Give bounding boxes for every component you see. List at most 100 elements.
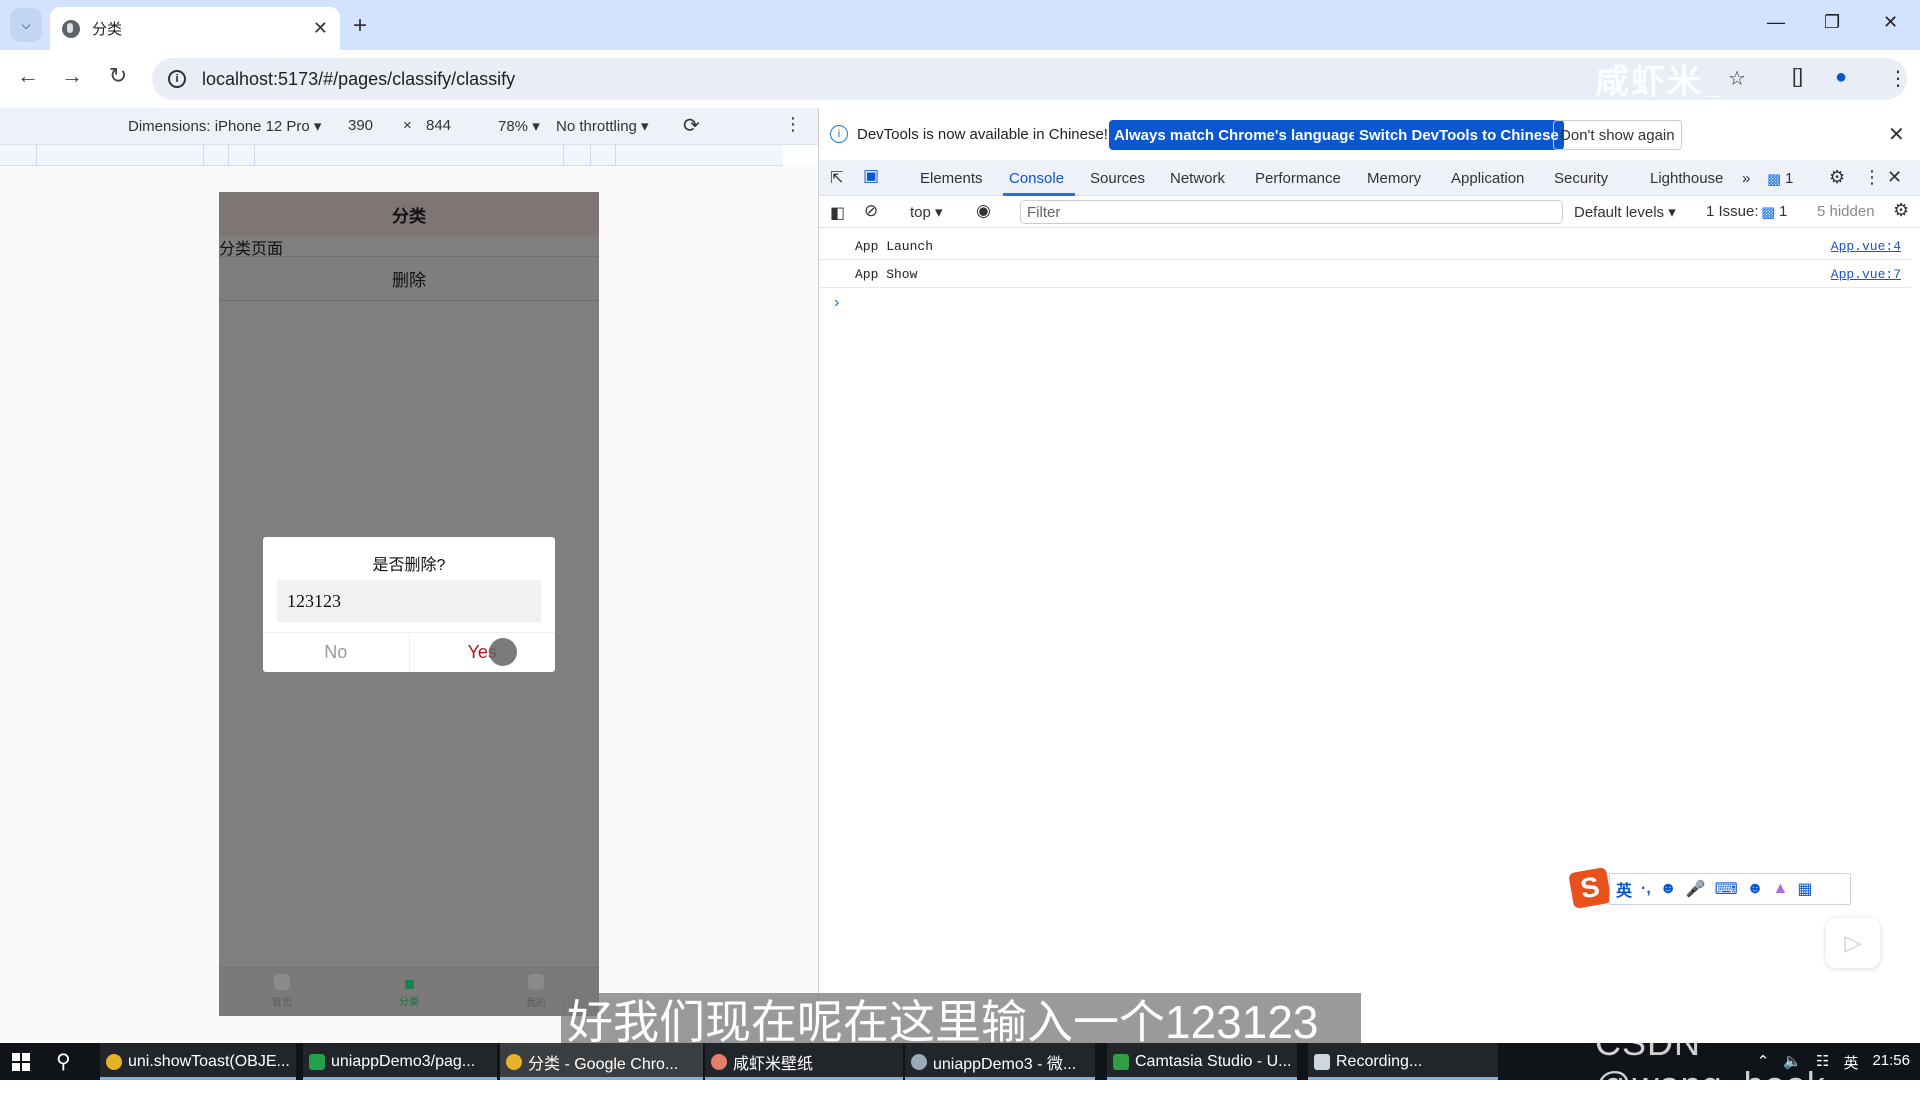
- new-tab-button[interactable]: +: [353, 12, 367, 40]
- forward-button[interactable]: →: [57, 63, 87, 89]
- tab-performance[interactable]: Performance: [1255, 170, 1341, 187]
- user-icon[interactable]: ☻: [1747, 880, 1764, 898]
- devtools-menu-icon[interactable]: ⋮: [1863, 167, 1881, 188]
- modal-input[interactable]: [277, 580, 541, 622]
- log-source-link[interactable]: App.vue:4: [1831, 239, 1901, 254]
- back-button[interactable]: ←: [13, 63, 43, 89]
- zoom-select[interactable]: 78% ▾: [498, 117, 540, 135]
- chrome-icon: [106, 1053, 122, 1070]
- clear-console-icon[interactable]: ⊘: [864, 201, 878, 221]
- device-toggle-icon[interactable]: ▣: [863, 166, 879, 186]
- switch-language-button[interactable]: Switch DevTools to Chinese: [1354, 120, 1564, 150]
- tab-sources[interactable]: Sources: [1090, 170, 1145, 187]
- settings-gear-icon[interactable]: ⚙: [1829, 167, 1845, 188]
- skin-icon[interactable]: ▲: [1773, 880, 1789, 898]
- tabbar-item-classify[interactable]: 分类: [379, 974, 439, 1008]
- close-window-icon[interactable]: ✕: [1883, 12, 1898, 33]
- apps-grid-icon[interactable]: ▦: [1797, 879, 1812, 899]
- taskbar-app[interactable]: uniappDemo3/pag...: [303, 1043, 497, 1080]
- issues-badge-icon[interactable]: ▩: [1767, 170, 1781, 188]
- side-panel-icon[interactable]: []: [1792, 66, 1803, 89]
- device-dimensions-select[interactable]: Dimensions: iPhone 12 Pro ▾: [128, 117, 321, 135]
- console-filter-input[interactable]: [1020, 200, 1563, 224]
- ime-mode[interactable]: 英: [1616, 877, 1632, 901]
- taskbar-app-label: 分类 - Google Chro...: [528, 1055, 679, 1073]
- profile-avatar-icon[interactable]: ●: [1835, 66, 1847, 89]
- taskbar-app[interactable]: uni.showToast(OBJE...: [100, 1043, 296, 1080]
- wechat-devtools-icon: [911, 1053, 927, 1070]
- bookmark-star-icon[interactable]: ☆: [1728, 66, 1746, 91]
- video-watermark: 咸虾米_: [1595, 63, 1724, 101]
- tab-lighthouse[interactable]: Lighthouse: [1650, 170, 1723, 187]
- taskbar-app[interactable]: uniappDemo3 - 微...: [905, 1043, 1095, 1080]
- dont-show-again-button[interactable]: Don't show again: [1553, 120, 1682, 150]
- rotate-icon[interactable]: ⟳: [683, 113, 700, 138]
- url-text[interactable]: localhost:5173/#/pages/classify/classify: [202, 69, 515, 90]
- tab-security[interactable]: Security: [1554, 170, 1608, 187]
- sidebar-toggle-icon[interactable]: ◧: [830, 203, 845, 223]
- more-tabs-button[interactable]: »: [1742, 170, 1750, 187]
- browser-tab[interactable]: 分类 ✕: [50, 7, 340, 50]
- tab-search-button[interactable]: ⌵: [10, 8, 42, 42]
- delete-button[interactable]: 删除: [219, 256, 599, 301]
- infobar-close-icon[interactable]: ✕: [1888, 122, 1905, 147]
- camtasia-icon: [1314, 1053, 1330, 1070]
- device-more-icon[interactable]: ⋮: [784, 114, 802, 135]
- microphone-icon[interactable]: 🎤: [1686, 879, 1706, 899]
- site-info-icon[interactable]: i: [168, 70, 186, 88]
- modal-cancel-button[interactable]: No: [263, 633, 410, 672]
- taskbar-app[interactable]: 咸虾米壁纸: [705, 1043, 903, 1080]
- log-message: App Launch: [855, 239, 934, 254]
- windows-start-icon[interactable]: [12, 1053, 30, 1071]
- console-settings-icon[interactable]: ⚙: [1893, 200, 1909, 221]
- taskbar-app[interactable]: Camtasia Studio - U...: [1107, 1043, 1297, 1080]
- throttling-select[interactable]: No throttling ▾: [556, 117, 649, 135]
- modal-confirm-button[interactable]: Yes: [410, 633, 556, 672]
- tab-application[interactable]: Application: [1451, 170, 1524, 187]
- restore-icon[interactable]: ❐: [1824, 12, 1840, 33]
- log-source-link[interactable]: App.vue:7: [1831, 267, 1901, 282]
- console-log-row: App Show App.vue:7: [819, 260, 1911, 288]
- console-prompt[interactable]: ›: [834, 294, 839, 312]
- emoji-icon[interactable]: ☻: [1660, 880, 1677, 898]
- search-icon[interactable]: ⚲: [56, 1049, 71, 1074]
- ime-punct[interactable]: ·,: [1641, 880, 1651, 898]
- chevron-down-icon: ⌵: [21, 17, 31, 32]
- inspect-element-icon[interactable]: ⇱: [830, 168, 843, 188]
- issues-count: 1: [1779, 203, 1788, 220]
- reload-button[interactable]: ↻: [103, 63, 133, 89]
- sogou-ime-logo[interactable]: S: [1568, 866, 1612, 910]
- tabbar-label: 首页: [272, 998, 292, 1009]
- taskbar-app-label: uniappDemo3/pag...: [331, 1052, 476, 1070]
- modal-title: 是否删除?: [372, 557, 446, 574]
- tab-console[interactable]: Console: [1009, 170, 1064, 187]
- close-tab-icon[interactable]: ✕: [313, 18, 328, 39]
- device-width-input[interactable]: 390: [348, 117, 373, 134]
- keyboard-icon[interactable]: ⌨: [1715, 879, 1738, 899]
- context-select[interactable]: top ▾: [910, 203, 943, 221]
- tab-elements[interactable]: Elements: [920, 170, 983, 187]
- issues-label[interactable]: 1 Issue:: [1706, 203, 1759, 220]
- tabbar-item-mine[interactable]: 我的: [506, 974, 566, 1009]
- browser-menu-icon[interactable]: ⋮: [1888, 66, 1908, 91]
- hbuilder-icon: [309, 1053, 325, 1070]
- taskbar-app-label: Camtasia Studio - U...: [1135, 1052, 1292, 1070]
- tab-network[interactable]: Network: [1170, 170, 1225, 187]
- taskbar-app[interactable]: Recording...: [1308, 1043, 1498, 1080]
- taskbar-app-active[interactable]: 分类 - Google Chro...: [500, 1043, 703, 1080]
- phone-nav-title: 分类: [219, 192, 599, 237]
- phone-tabbar: 首页 分类 我的: [219, 967, 599, 1016]
- devtools-tabbar: ⇱ ▣ Elements Console Sources Network Per…: [819, 160, 1920, 196]
- log-levels-select[interactable]: Default levels ▾: [1574, 203, 1676, 221]
- times-sign: ×: [403, 117, 412, 134]
- close-devtools-icon[interactable]: ✕: [1887, 167, 1902, 188]
- device-height-input[interactable]: 844: [426, 117, 451, 134]
- live-expression-eye-icon[interactable]: ◉: [976, 201, 991, 221]
- tv-play-icon[interactable]: ▷: [1826, 918, 1880, 968]
- issues-badge-count: 1: [1785, 170, 1794, 187]
- match-language-button[interactable]: Always match Chrome's language: [1109, 120, 1362, 150]
- tabbar-item-home[interactable]: 首页: [252, 974, 312, 1009]
- tab-memory[interactable]: Memory: [1367, 170, 1421, 187]
- minimize-icon[interactable]: —: [1767, 12, 1785, 33]
- tabbar-label: 我的: [526, 998, 546, 1009]
